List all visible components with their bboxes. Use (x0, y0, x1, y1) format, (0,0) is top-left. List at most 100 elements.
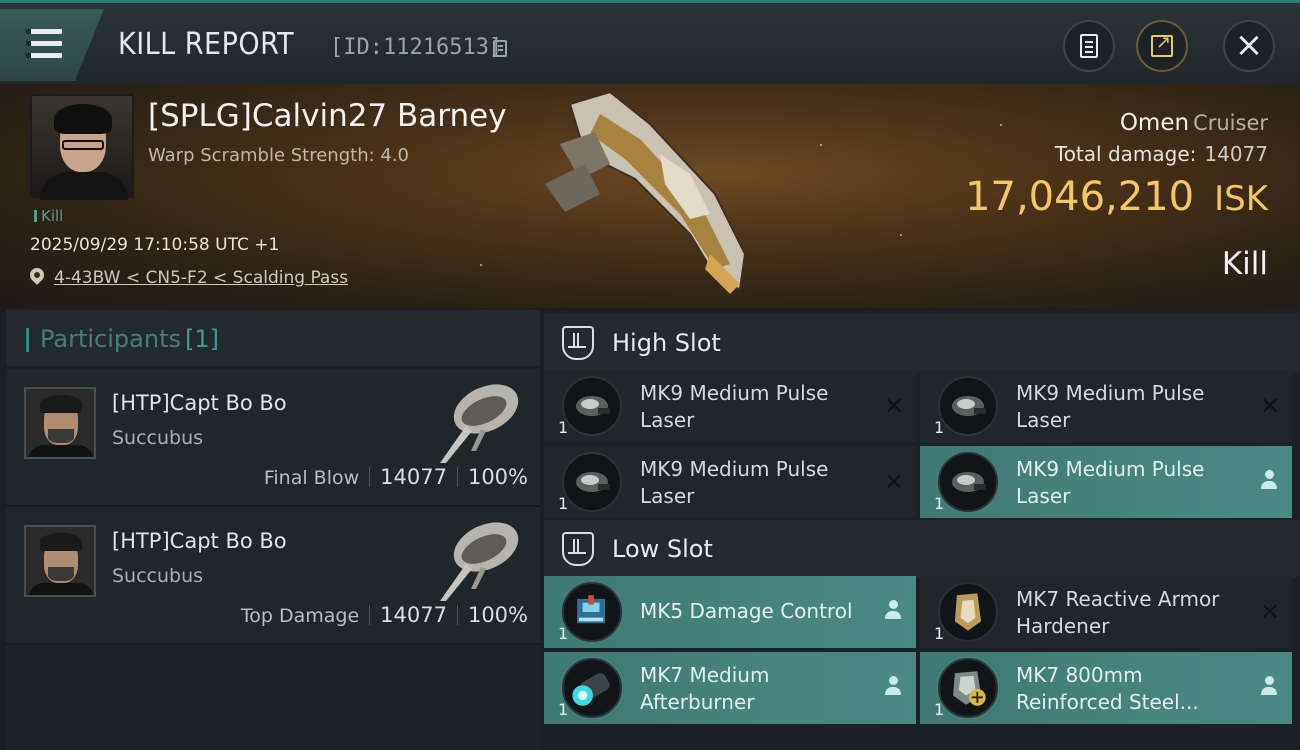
participant-name[interactable]: [HTP]Capt Bo Bo (112, 529, 287, 553)
total-damage-label: Total damage: (1054, 142, 1197, 166)
destroyed-icon: ✕ (883, 468, 904, 496)
module-name: MK9 Medium Pulse Laser (1016, 381, 1205, 432)
participant-damage: 14077 (380, 603, 447, 627)
module-quantity: 1 (558, 624, 569, 643)
afterburner-icon (562, 658, 622, 718)
ship-class: Cruiser (1193, 111, 1268, 135)
module-item[interactable]: 1 MK9 Medium Pulse Laser (920, 446, 1292, 518)
copy-icon[interactable] (493, 40, 507, 57)
isk-amount: 17,046,210 (965, 174, 1195, 220)
share-icon (1151, 32, 1173, 57)
high-slot-label: High Slot (612, 329, 721, 357)
pulse-laser-icon (938, 452, 998, 512)
dropped-person-icon (884, 676, 902, 698)
dropped-person-icon (1260, 470, 1278, 492)
participants-panel: Participants [1] [HTP]Capt Bo Bo Succubus… (6, 310, 540, 750)
isk-value: 17,046,210 ISK (965, 174, 1268, 220)
victim-pilot-name[interactable]: [SPLG]Calvin27 Barney (148, 98, 507, 134)
top-bar: KILL REPORT [ID:11216513] × (0, 0, 1300, 84)
report-id: [ID:11216513] (330, 35, 503, 60)
pulse-laser-icon (562, 376, 622, 436)
participant-row[interactable]: [HTP]Capt Bo Bo Succubus Top Damage 14077… (6, 507, 540, 645)
module-name: MK7 800mm Reinforced Steel... (1016, 663, 1199, 714)
location-link[interactable]: 4-43BW < CN5-F2 < Scalding Pass (54, 268, 348, 288)
participant-role: Top Damage (240, 605, 360, 627)
succubus-ship-icon (440, 384, 519, 463)
dropped-person-icon (1260, 676, 1278, 698)
module-item[interactable]: 1 MK7 800mm Reinforced Steel... (920, 652, 1292, 724)
succubus-ship-icon (440, 522, 519, 601)
module-quantity: 1 (558, 494, 569, 513)
participant-role: Final Blow (263, 467, 360, 489)
victim-avatar[interactable] (30, 94, 134, 200)
close-icon: × (1234, 24, 1264, 65)
module-item[interactable]: 1 MK7 Reactive Armor Hardener ✕ (920, 576, 1292, 648)
warp-scramble-strength: Warp Scramble Strength: 4.0 (148, 145, 410, 166)
module-name: MK5 Damage Control (640, 599, 853, 623)
result-label: Kill (1221, 246, 1268, 282)
low-slot-header: Low Slot (544, 520, 1300, 578)
module-item[interactable]: 1 MK9 Medium Pulse Laser ✕ (544, 446, 916, 518)
module-quantity: 1 (934, 494, 945, 513)
isk-unit: ISK (1214, 179, 1268, 219)
dropped-person-icon (884, 600, 902, 622)
victim-ship: Omen Cruiser (1120, 110, 1268, 136)
damage-control-icon (562, 582, 622, 642)
participants-header: Participants [1] (6, 310, 540, 366)
kill-tag: Kill (34, 207, 63, 225)
share-button[interactable] (1136, 20, 1188, 72)
destroyed-icon: ✕ (883, 392, 904, 420)
high-slot-header: High Slot (544, 314, 1300, 372)
fitting-panel: High Slot 1 MK9 Medium Pulse Laser ✕ 1 M… (544, 310, 1300, 750)
total-damage: Total damage: 14077 (1055, 142, 1268, 166)
module-item[interactable]: 1 MK7 Medium Afterburner (544, 652, 916, 724)
module-name: MK9 Medium Pulse Laser (1016, 457, 1205, 508)
menu-button[interactable] (0, 9, 104, 81)
module-item[interactable]: 1 MK9 Medium Pulse Laser ✕ (920, 370, 1292, 442)
menu-icon (26, 29, 62, 34)
ship-name[interactable]: Omen (1120, 110, 1189, 136)
module-item[interactable]: 1 MK5 Damage Control (544, 576, 916, 648)
victim-panel: [SPLG]Calvin27 Barney Warp Scramble Stre… (0, 84, 1300, 308)
total-damage-value: 14077 (1204, 142, 1268, 166)
high-slot-icon (562, 326, 594, 360)
module-name: MK9 Medium Pulse Laser (640, 457, 829, 508)
participant-ship: Succubus (112, 565, 204, 587)
pulse-laser-icon (562, 452, 622, 512)
document-icon (1080, 34, 1098, 58)
module-quantity: 1 (934, 624, 945, 643)
destroyed-icon: ✕ (1259, 598, 1280, 626)
participant-percent: 100% (467, 603, 528, 627)
ship-render-image (545, 90, 747, 294)
participants-count: [1] (184, 325, 219, 353)
participant-name[interactable]: [HTP]Capt Bo Bo (112, 391, 287, 415)
participant-percent: 100% (467, 465, 528, 489)
armor-hardener-icon (938, 582, 998, 642)
participant-row[interactable]: [HTP]Capt Bo Bo Succubus Final Blow 14077… (6, 369, 540, 507)
close-button[interactable]: × (1223, 20, 1275, 72)
low-slot-label: Low Slot (612, 535, 713, 563)
participant-stats: Top Damage 14077 100% (241, 603, 528, 627)
participant-stats: Final Blow 14077 100% (264, 465, 528, 489)
module-item[interactable]: 1 MK9 Medium Pulse Laser ✕ (544, 370, 916, 442)
low-slot-icon (562, 532, 594, 566)
module-name: MK9 Medium Pulse Laser (640, 381, 829, 432)
document-button[interactable] (1063, 20, 1115, 72)
pulse-laser-icon (938, 376, 998, 436)
module-quantity: 1 (558, 418, 569, 437)
kill-datetime: 2025/09/29 17:10:58 UTC +1 (30, 235, 280, 255)
module-quantity: 1 (934, 418, 945, 437)
module-quantity: 1 (558, 700, 569, 719)
participant-ship: Succubus (112, 427, 204, 449)
location-pin-icon (27, 265, 47, 285)
participant-avatar[interactable] (24, 387, 96, 459)
module-name: MK7 Reactive Armor Hardener (1016, 587, 1220, 638)
armor-plate-icon (938, 658, 998, 718)
module-name: MK7 Medium Afterburner (640, 663, 770, 714)
module-quantity: 1 (934, 700, 945, 719)
participant-avatar[interactable] (24, 525, 96, 597)
destroyed-icon: ✕ (1259, 392, 1280, 420)
participant-damage: 14077 (380, 465, 447, 489)
participants-label: Participants (40, 325, 181, 353)
page-title: KILL REPORT (118, 27, 295, 62)
